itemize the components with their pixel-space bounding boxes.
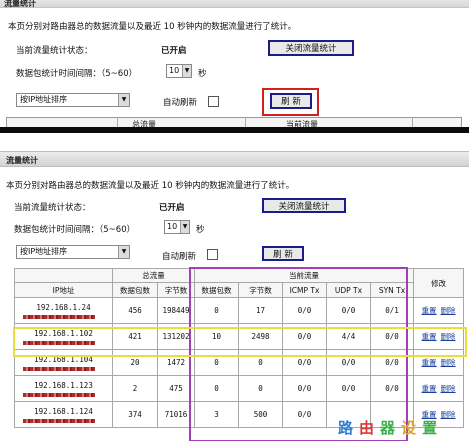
top-interval-label: 数据包统计时间间隔：（5~60） xyxy=(16,69,138,79)
top-description: 本页分别对路由器总的数据流量以及最近 10 秒钟内的数据流量进行了统计。 xyxy=(8,22,297,32)
reset-link[interactable]: 重置 xyxy=(422,306,437,315)
chevron-down-icon: ▼ xyxy=(182,65,191,77)
redacted-hostname xyxy=(23,367,95,371)
top-auto-refresh-label: 自动刷新 xyxy=(163,98,198,108)
top-sort-select[interactable]: 按IP地址排序 ▼ xyxy=(16,93,130,107)
bottom-description: 本页分别对路由器总的数据流量以及最近 10 秒钟内的数据流量进行了统计。 xyxy=(6,181,295,191)
top-interval-unit: 秒 xyxy=(198,69,207,79)
bottom-title-bar: 流量统计 xyxy=(0,151,469,167)
bottom-status-value: 已开启 xyxy=(159,203,185,213)
bottom-auto-refresh-label: 自动刷新 xyxy=(162,252,197,262)
table-cell: 456 xyxy=(112,297,158,324)
header-ip: IP地址 xyxy=(14,282,113,298)
redacted-hostname xyxy=(23,393,95,397)
table-cell: 2 xyxy=(112,375,158,402)
row-highlight-box xyxy=(13,327,467,357)
ip-cell: 192.168.1.123 xyxy=(14,375,113,402)
top-refresh-button[interactable]: 刷 新 xyxy=(270,93,312,109)
top-title-bar: 流量统计 xyxy=(0,0,469,8)
action-cell: 重置 删除 xyxy=(413,375,465,402)
header-action: 修改 xyxy=(413,268,465,298)
top-panel: 流量统计 本页分别对路由器总的数据流量以及最近 10 秒钟内的数据流量进行了统计… xyxy=(0,0,469,127)
watermark-logo: 路由器设置 xyxy=(338,419,444,437)
bottom-sort-value: 按IP地址排序 xyxy=(20,247,68,256)
top-status-value: 已开启 xyxy=(161,46,187,56)
table-cell: 374 xyxy=(112,401,158,428)
action-cell: 重置 删除 xyxy=(413,297,465,324)
header-group-total: 总流量 xyxy=(112,268,195,283)
top-table-header: 总流量 当前流量 xyxy=(6,117,462,127)
reset-link[interactable]: 重置 xyxy=(422,384,437,393)
bottom-refresh-button[interactable]: 刷 新 xyxy=(262,246,304,261)
bottom-interval-select[interactable]: 10 ▼ xyxy=(164,220,190,234)
bottom-sort-select[interactable]: 按IP地址排序 ▼ xyxy=(16,245,130,259)
bottom-stop-stats-button[interactable]: 关闭流量统计 xyxy=(262,198,346,213)
delete-link[interactable]: 删除 xyxy=(441,306,456,315)
bottom-interval-value: 10 xyxy=(167,222,178,231)
top-status-label: 当前流量统计状态： xyxy=(16,46,93,56)
ip-cell: 192.168.1.124 xyxy=(14,401,113,428)
top-stop-stats-button[interactable]: 关闭流量统计 xyxy=(268,40,354,56)
redacted-hostname xyxy=(23,419,95,423)
top-interval-select[interactable]: 10 ▼ xyxy=(166,64,192,78)
delete-link[interactable]: 删除 xyxy=(441,358,456,367)
bottom-interval-label: 数据包统计时间间隔：（5~60） xyxy=(14,225,136,235)
header-ip-spacer xyxy=(14,268,113,283)
bottom-auto-refresh-checkbox[interactable] xyxy=(207,249,218,260)
chevron-down-icon: ▼ xyxy=(118,246,129,258)
header-col: 数据包数 xyxy=(112,282,158,298)
top-header-total: 总流量 xyxy=(132,120,156,127)
redacted-hostname xyxy=(23,315,95,319)
bottom-status-label: 当前流量统计状态： xyxy=(14,203,91,213)
delete-link[interactable]: 删除 xyxy=(441,384,456,393)
bottom-title: 流量统计 xyxy=(6,156,38,165)
chevron-down-icon: ▼ xyxy=(180,221,189,233)
bottom-interval-unit: 秒 xyxy=(196,225,205,235)
reset-link[interactable]: 重置 xyxy=(422,358,437,367)
top-auto-refresh-checkbox[interactable] xyxy=(208,96,219,107)
top-sort-value: 按IP地址排序 xyxy=(20,95,68,104)
top-title: 流量统计 xyxy=(4,0,36,8)
top-interval-value: 10 xyxy=(169,66,180,75)
separator-band xyxy=(0,127,469,133)
ip-cell: 192.168.1.24 xyxy=(14,297,113,324)
top-header-current: 当前流量 xyxy=(286,120,318,127)
chevron-down-icon: ▼ xyxy=(118,94,129,106)
